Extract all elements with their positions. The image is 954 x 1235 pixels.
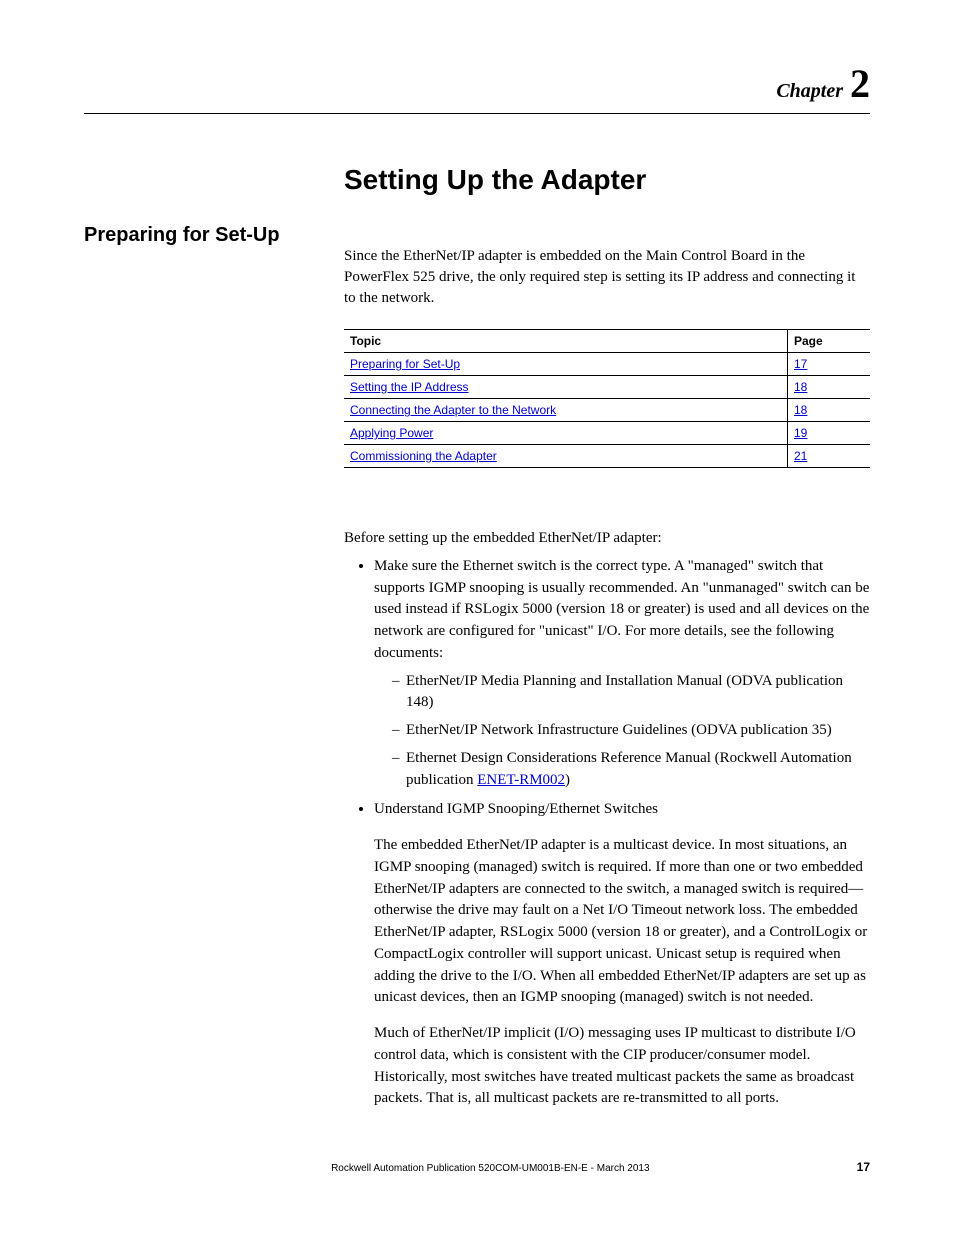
topic-link[interactable]: Commissioning the Adapter bbox=[350, 449, 497, 463]
table-row: Commissioning the Adapter 21 bbox=[344, 445, 870, 468]
dash-text-post: ) bbox=[565, 772, 570, 788]
bullet-text: Make sure the Ethernet switch is the cor… bbox=[374, 558, 869, 661]
section-heading: Preparing for Set-Up bbox=[84, 224, 334, 247]
topic-link[interactable]: Setting the IP Address bbox=[350, 380, 469, 394]
page-link[interactable]: 17 bbox=[794, 357, 807, 371]
dash-text-pre: Ethernet Design Considerations Reference… bbox=[406, 750, 852, 788]
section-lead: Before setting up the embedded EtherNet/… bbox=[344, 528, 870, 550]
body-paragraph: The embedded EtherNet/IP adapter is a mu… bbox=[344, 835, 870, 1009]
list-item: EtherNet/IP Network Infrastructure Guide… bbox=[392, 720, 870, 742]
intro-paragraph: Since the EtherNet/IP adapter is embedde… bbox=[344, 246, 870, 309]
chapter-label: Chapter bbox=[776, 80, 843, 102]
table-row: Applying Power 19 bbox=[344, 422, 870, 445]
page-link[interactable]: 19 bbox=[794, 426, 807, 440]
publication-link[interactable]: ENET-RM002 bbox=[477, 772, 565, 788]
bullet-list: Make sure the Ethernet switch is the cor… bbox=[344, 556, 870, 821]
list-item: Ethernet Design Considerations Reference… bbox=[392, 748, 870, 792]
page-link[interactable]: 18 bbox=[794, 403, 807, 417]
page-title: Setting Up the Adapter bbox=[344, 164, 870, 196]
page-link[interactable]: 18 bbox=[794, 380, 807, 394]
table-row: Connecting the Adapter to the Network 18 bbox=[344, 399, 870, 422]
body-paragraph: Much of EtherNet/IP implicit (I/O) messa… bbox=[344, 1023, 870, 1110]
dash-list: EtherNet/IP Media Planning and Installat… bbox=[374, 671, 870, 792]
chapter-header: Chapter 2 bbox=[84, 60, 870, 107]
bullet-text: Understand IGMP Snooping/Ethernet Switch… bbox=[374, 801, 658, 817]
topic-link[interactable]: Connecting the Adapter to the Network bbox=[350, 403, 556, 417]
list-item: Make sure the Ethernet switch is the cor… bbox=[374, 556, 870, 792]
table-row: Setting the IP Address 18 bbox=[344, 376, 870, 399]
topic-link[interactable]: Preparing for Set-Up bbox=[350, 357, 460, 371]
table-row: Preparing for Set-Up 17 bbox=[344, 353, 870, 376]
page-footer: Rockwell Automation Publication 520COM-U… bbox=[84, 1160, 870, 1174]
chapter-number: 2 bbox=[850, 61, 870, 106]
list-item: Understand IGMP Snooping/Ethernet Switch… bbox=[374, 799, 870, 821]
header-rule bbox=[84, 113, 870, 114]
table-header-topic: Topic bbox=[344, 330, 788, 353]
topic-table: Topic Page Preparing for Set-Up 17 Setti… bbox=[344, 329, 870, 468]
list-item: EtherNet/IP Media Planning and Installat… bbox=[392, 671, 870, 715]
table-header-page: Page bbox=[788, 330, 871, 353]
footer-publication: Rockwell Automation Publication 520COM-U… bbox=[124, 1163, 857, 1174]
footer-page-number: 17 bbox=[857, 1160, 870, 1174]
page-link[interactable]: 21 bbox=[794, 449, 807, 463]
topic-link[interactable]: Applying Power bbox=[350, 426, 433, 440]
